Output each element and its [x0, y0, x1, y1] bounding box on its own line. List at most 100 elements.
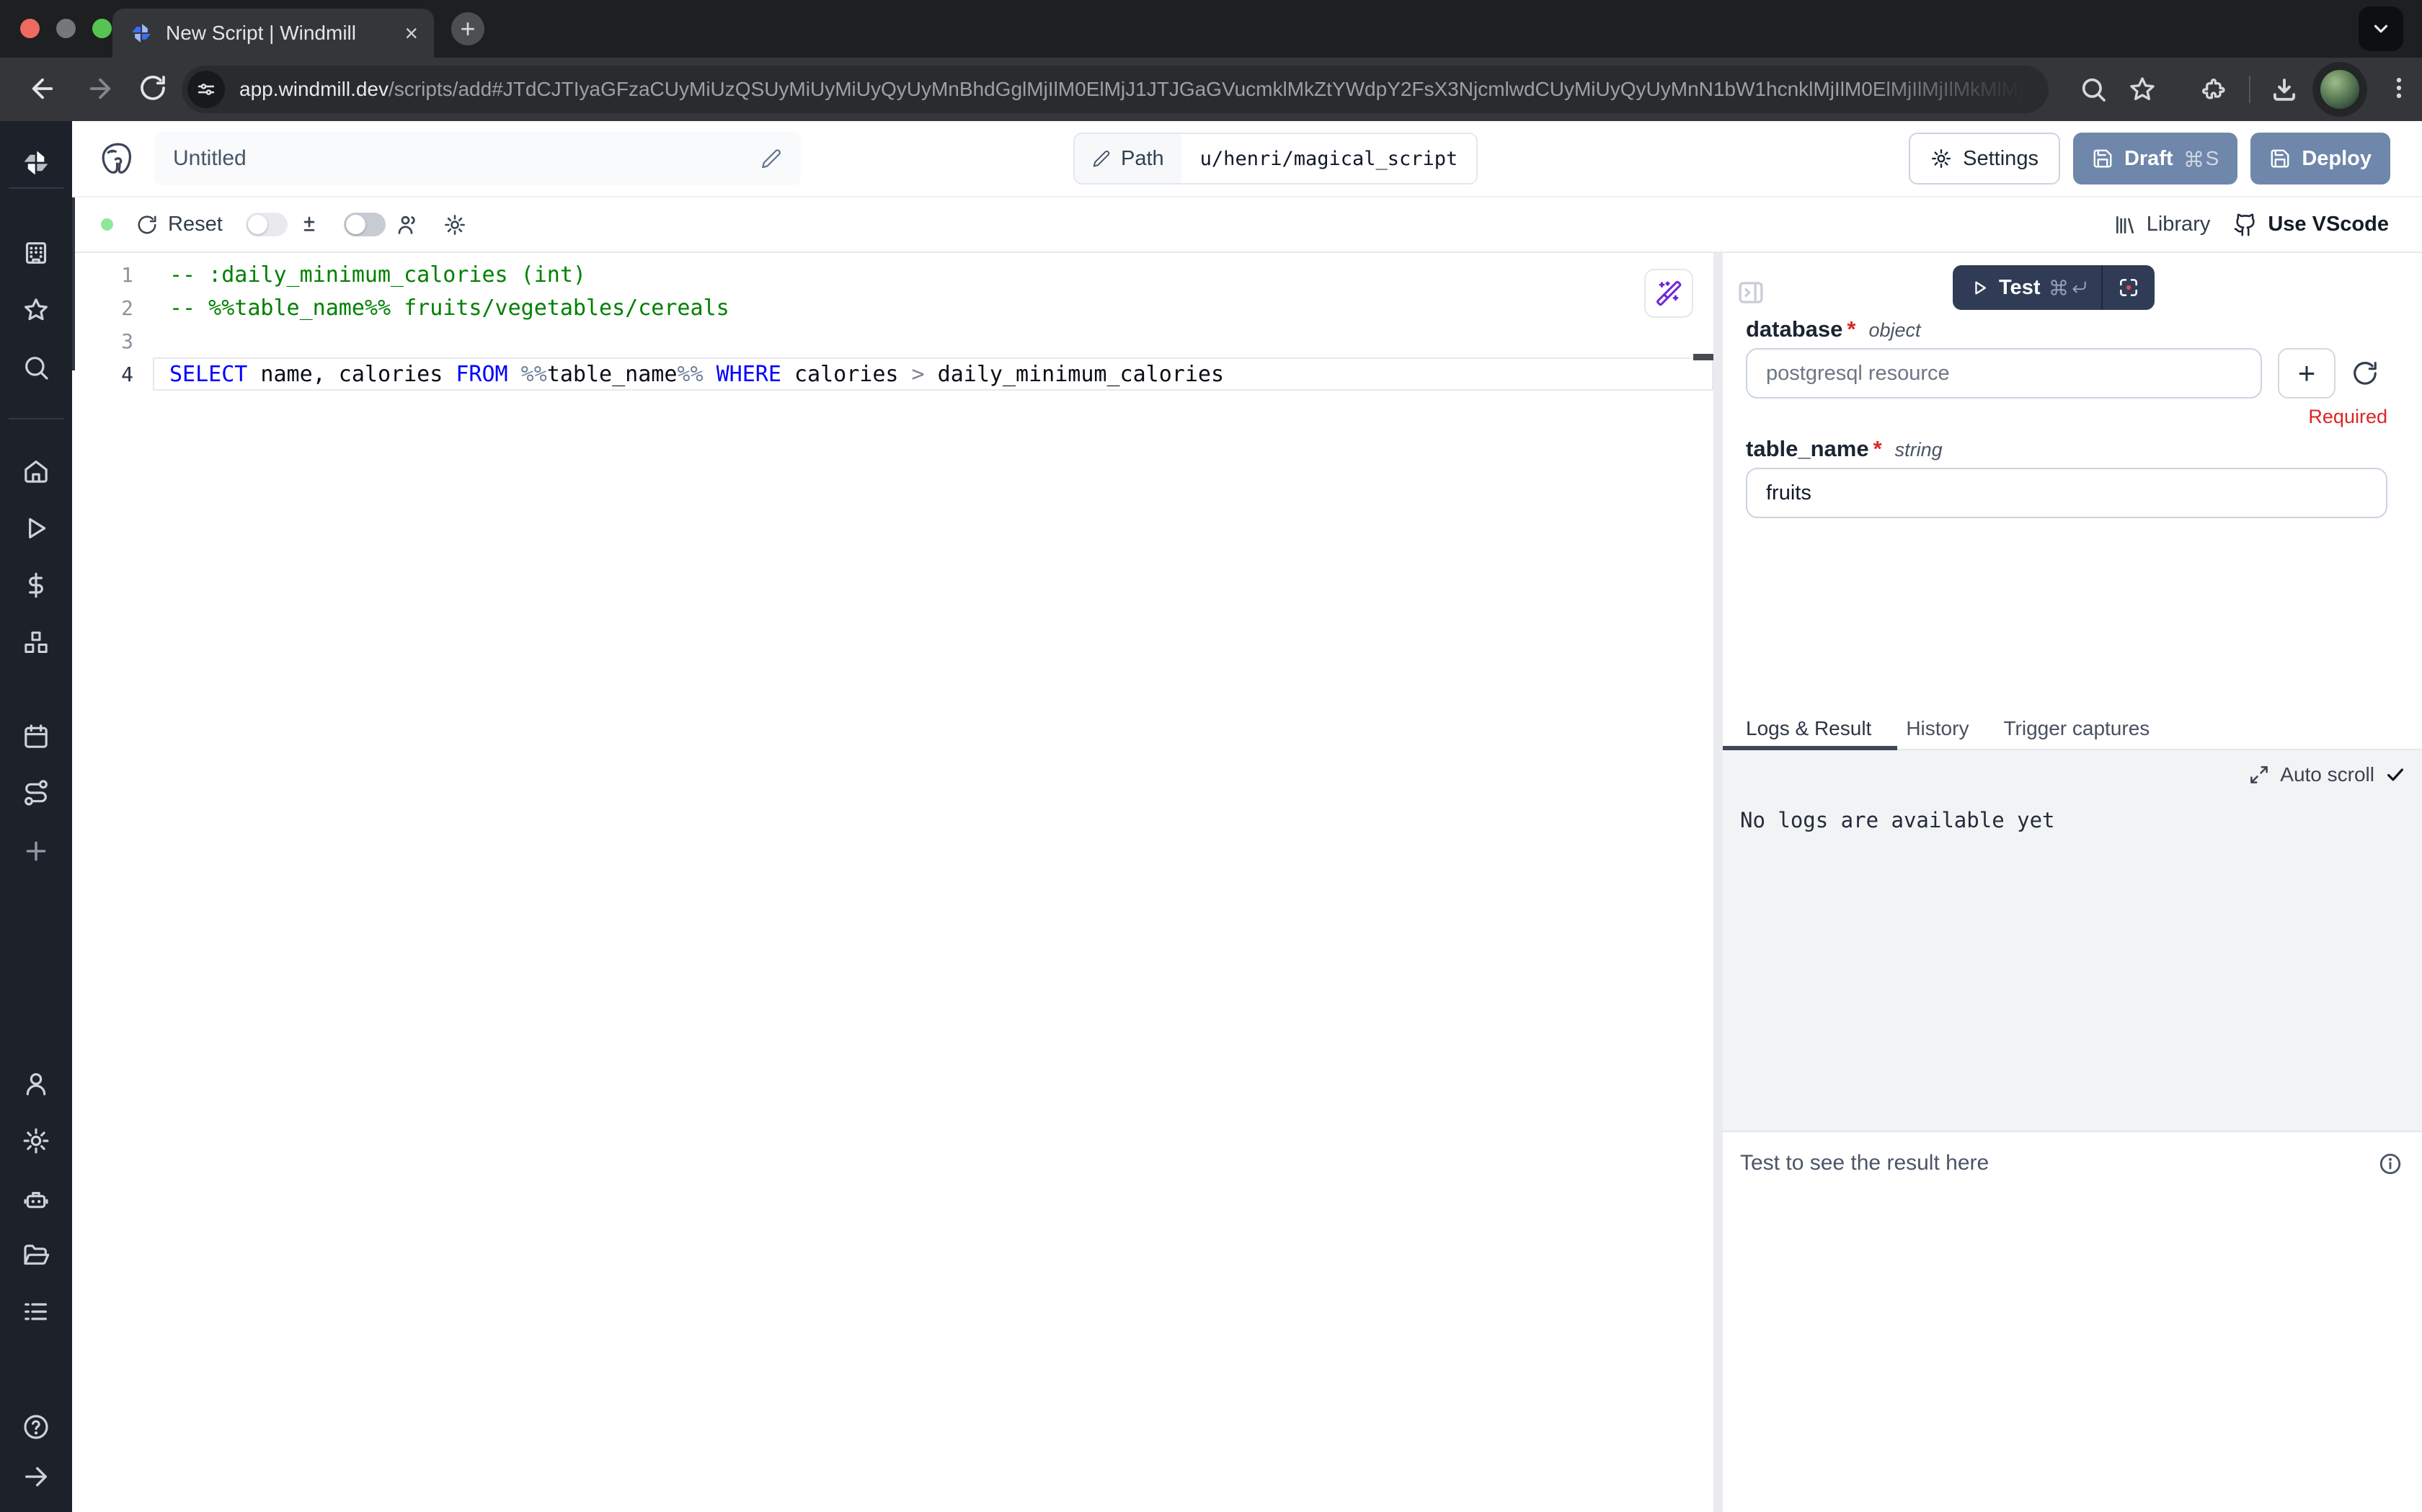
collapse-panel-icon[interactable] [1736, 277, 1766, 308]
plus-minus-icon [298, 213, 321, 236]
sidebar-item-home[interactable] [0, 457, 72, 486]
script-summary-input[interactable]: Untitled [154, 132, 801, 185]
sidebar-item-add[interactable] [0, 837, 72, 866]
deploy-label: Deploy [2302, 147, 2372, 171]
info-icon[interactable] [2377, 1151, 2403, 1177]
code-lines[interactable]: 1-- :daily_minimum_calories (int)2-- %%t… [72, 258, 1713, 391]
line-number: 4 [72, 363, 133, 386]
workspace: 1-- :daily_minimum_calories (int)2-- %%t… [72, 253, 2422, 1512]
browser-profile-button[interactable] [2312, 62, 2367, 117]
sidebar-item-workspace[interactable] [0, 239, 72, 267]
reload-button[interactable] [138, 74, 167, 102]
tab-search-button[interactable] [2359, 6, 2403, 51]
line-number: 1 [72, 263, 133, 287]
back-button[interactable] [27, 74, 58, 104]
sidebar-expand-icon[interactable] [0, 1462, 72, 1491]
tab-logs-result[interactable]: Logs & Result [1746, 717, 1871, 740]
test-button[interactable]: Test [1953, 276, 2101, 300]
library-button[interactable]: Library [2113, 213, 2211, 236]
expand-icon [2248, 764, 2270, 786]
browser-tab[interactable]: New Script | Windmill × [112, 9, 434, 58]
script-header: Untitled Path u/henri/magical_script [72, 121, 2422, 197]
database-field-label: database* object [1746, 316, 1921, 342]
diff-toggle[interactable] [246, 213, 288, 236]
downloads-icon[interactable] [2269, 75, 2299, 105]
ai-assistant-button[interactable] [1644, 269, 1693, 318]
tab-trigger-captures[interactable]: Trigger captures [2003, 717, 2150, 740]
overview-ruler-mark [1693, 354, 1713, 360]
edit-pencil-icon [1092, 149, 1111, 168]
enter-icon [2070, 278, 2088, 297]
result-hint: Test to see the result here [1740, 1151, 1989, 1175]
sidebar-item-folders[interactable] [0, 1241, 72, 1270]
tab-history[interactable]: History [1906, 717, 1969, 740]
capture-test-button[interactable] [2103, 276, 2155, 299]
sidebar-item-routes[interactable] [0, 778, 72, 807]
window-controls [20, 19, 112, 38]
settings-button[interactable]: Settings [1909, 133, 2060, 184]
site-settings-icon[interactable] [187, 71, 225, 108]
code-line-2[interactable]: 2-- %%table_name%% fruits/vegetables/cer… [72, 291, 1713, 324]
code-editor[interactable]: 1-- :daily_minimum_calories (int)2-- %%t… [72, 253, 1713, 1512]
add-resource-button[interactable]: + [2278, 348, 2336, 399]
edit-pencil-icon [760, 148, 782, 169]
reset-button[interactable]: Reset [136, 213, 223, 236]
auto-scroll-control[interactable]: Auto scroll [2248, 763, 2406, 786]
sidebar-item-users[interactable] [0, 1069, 72, 1098]
zoom-page-icon[interactable] [2079, 75, 2108, 104]
table-name-input[interactable] [1746, 468, 2387, 518]
github-icon [2233, 213, 2258, 237]
users-icon [396, 213, 420, 237]
refresh-resources-button[interactable] [2351, 360, 2379, 387]
deploy-button[interactable]: Deploy [2250, 133, 2390, 184]
bookmark-star-icon[interactable] [2128, 75, 2157, 104]
script-path-chip[interactable]: Path u/henri/magical_script [1073, 133, 1478, 184]
browser-menu-icon[interactable] [2385, 74, 2413, 102]
code-line-1[interactable]: 1-- :daily_minimum_calories (int) [72, 258, 1713, 291]
sidebar-item-favorites[interactable] [0, 295, 72, 324]
path-label: Path [1121, 147, 1164, 171]
forward-button[interactable] [85, 74, 115, 104]
reset-icon [136, 214, 158, 236]
tab-close-icon[interactable]: × [404, 22, 418, 45]
multiplayer-toggle[interactable] [344, 213, 386, 236]
minimize-window-button[interactable] [56, 19, 76, 38]
required-note: Required [2308, 406, 2387, 428]
sidebar-item-schedules[interactable] [0, 722, 72, 751]
sidebar-item-audit-logs[interactable] [0, 1297, 72, 1326]
database-resource-input[interactable] [1746, 348, 2262, 399]
extensions-icon[interactable] [2199, 75, 2227, 104]
sidebar-item-variables[interactable] [0, 571, 72, 600]
table-name-field-label: table_name* string [1746, 436, 1943, 462]
sidebar-item-help[interactable] [0, 1413, 72, 1441]
sidebar-item-workers[interactable] [0, 1184, 72, 1213]
close-window-button[interactable] [20, 19, 40, 38]
code-line-4[interactable]: 4SELECT name, calories FROM %%table_name… [72, 357, 1713, 391]
sidebar-item-runs[interactable] [0, 514, 72, 543]
test-shortcut [2049, 278, 2088, 297]
postgresql-icon [98, 140, 136, 177]
new-tab-button[interactable]: + [451, 12, 484, 45]
test-button-group: Test [1953, 265, 2155, 310]
gear-icon [443, 213, 466, 236]
windmill-logo[interactable] [0, 146, 72, 179]
path-value: u/henri/magical_script [1181, 134, 1477, 183]
address-bar[interactable]: app.windmill.dev/scripts/add#JTdCJTIyaGF… [182, 66, 2049, 113]
editor-settings-button[interactable] [443, 213, 466, 236]
zoom-window-button[interactable] [92, 19, 112, 38]
sidebar-item-search[interactable] [0, 353, 72, 382]
code-line-3[interactable]: 3 [72, 324, 1713, 357]
draft-button[interactable]: Draft S [2073, 133, 2237, 184]
panel-resize-splitter[interactable] [1713, 253, 1723, 1512]
sidebar-item-resources[interactable] [0, 628, 72, 657]
sidebar-item-settings[interactable] [0, 1126, 72, 1155]
result-pane: Test to see the result here [1723, 1131, 2422, 1177]
status-dot [101, 218, 113, 231]
editor-left-accent [72, 197, 75, 370]
preview-panel: Test [1723, 253, 2422, 1512]
draft-label: Draft [2124, 147, 2173, 171]
use-vscode-button[interactable]: Use VScode [2233, 213, 2389, 237]
save-icon [2092, 148, 2113, 169]
browser-toolbar: app.windmill.dev/scripts/add#JTdCJTIyaGF… [0, 58, 2422, 121]
draft-shortcut: S [2184, 147, 2219, 170]
